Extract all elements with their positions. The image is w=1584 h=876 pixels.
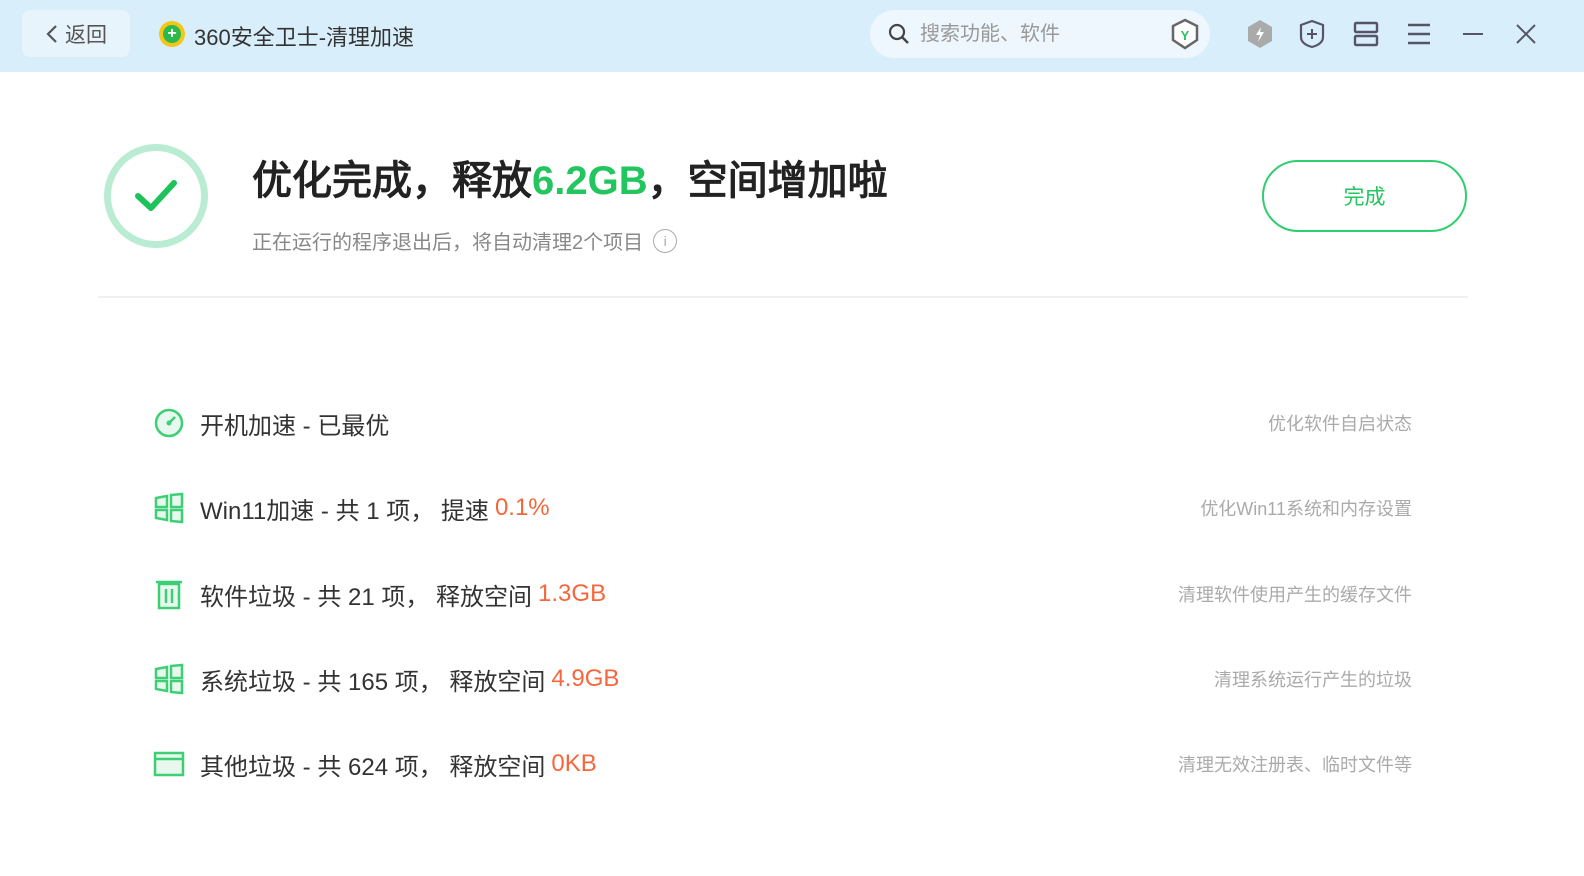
- shield-plus-icon[interactable]: [1296, 18, 1328, 50]
- app-title: 360安全卫士-清理加速: [194, 25, 415, 50]
- speedometer-icon: [152, 406, 186, 440]
- svg-text:Y: Y: [1181, 28, 1190, 43]
- back-label: 返回: [65, 23, 107, 47]
- layout-icon[interactable]: [1350, 18, 1382, 50]
- list-item: 软件垃圾 - 共 21 项， 释放空间 1.3GB 清理软件使用产生的缓存文件: [152, 574, 1412, 614]
- 360-logo-icon: +: [159, 21, 185, 47]
- search-icon: [888, 23, 909, 44]
- folder-icon: [152, 747, 186, 781]
- shield-y-icon[interactable]: Y: [1170, 18, 1200, 50]
- list-item: Win11加速 - 共 1 项， 提速 0.1% 优化Win11系统和内存设置: [152, 488, 1412, 528]
- title-bar: 返回 + 360安全卫士-清理加速 Y: [0, 0, 1584, 72]
- chevron-left-icon: [46, 24, 57, 43]
- freed-space: 6.2GB: [532, 159, 648, 203]
- minimize-icon[interactable]: [1457, 18, 1489, 50]
- boost-icon[interactable]: [1244, 18, 1276, 50]
- info-icon[interactable]: i: [653, 228, 678, 253]
- list-item: 系统垃圾 - 共 165 项， 释放空间 4.9GB 清理系统运行产生的垃圾: [152, 659, 1412, 699]
- search-box[interactable]: Y: [870, 10, 1210, 58]
- done-button[interactable]: 完成: [1262, 160, 1467, 232]
- search-input[interactable]: [920, 22, 1150, 46]
- list-item: 其他垃圾 - 共 624 项， 释放空间 0KB 清理无效注册表、临时文件等: [152, 744, 1412, 784]
- back-button[interactable]: 返回: [22, 10, 130, 57]
- windows-icon: [152, 662, 186, 696]
- list-item: 开机加速 - 已最优 优化软件自启状态: [152, 403, 1412, 443]
- trash-icon: [152, 577, 186, 611]
- result-subtitle: 正在运行的程序退出后，将自动清理2个项目 i: [252, 226, 678, 255]
- divider: [98, 296, 1468, 298]
- menu-icon[interactable]: [1403, 18, 1435, 50]
- windows-icon: [152, 491, 186, 525]
- success-check-icon: [104, 144, 208, 248]
- result-title: 优化完成，释放6.2GB，空间增加啦: [252, 159, 888, 203]
- close-icon[interactable]: [1510, 18, 1542, 50]
